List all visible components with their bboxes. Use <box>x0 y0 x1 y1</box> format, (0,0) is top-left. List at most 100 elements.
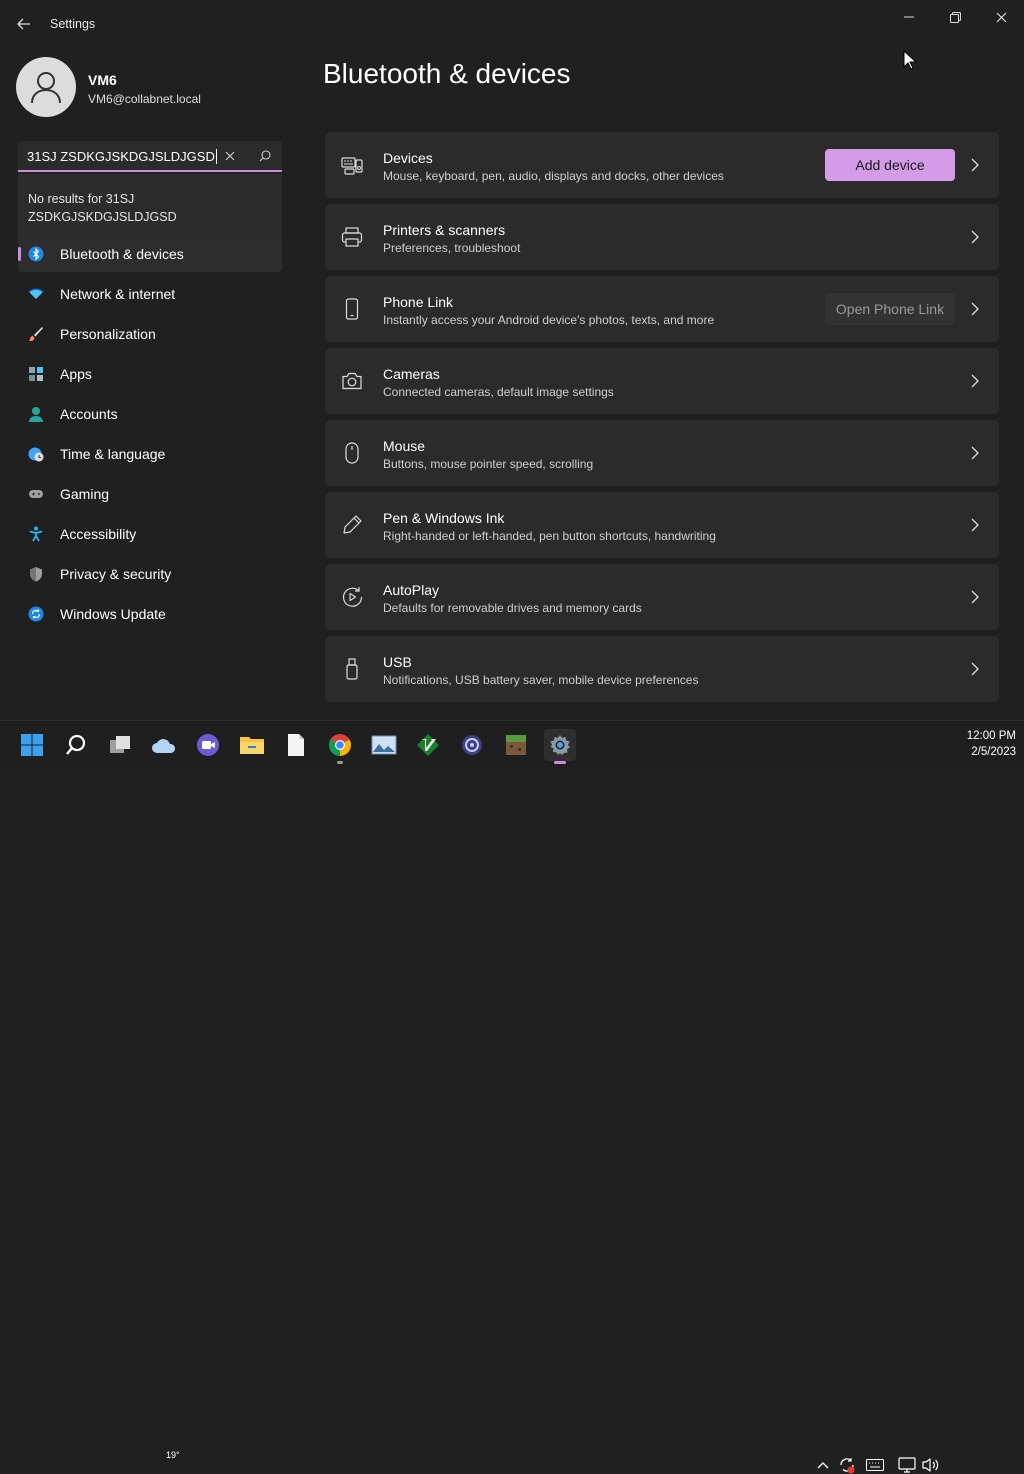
card-subtitle: Mouse, keyboard, pen, audio, displays an… <box>383 169 724 183</box>
sidebar-item-time-language[interactable]: Time & language <box>18 436 282 472</box>
clock-date: 2/5/2023 <box>971 746 1016 758</box>
page-title: Bluetooth & devices <box>323 58 571 89</box>
task-view-icon[interactable] <box>104 729 136 761</box>
card-pen-windows-ink[interactable]: Pen & Windows Ink Right-handed or left-h… <box>325 492 999 558</box>
usb-icon <box>346 658 358 680</box>
sidebar-item-label: Windows Update <box>60 606 166 622</box>
autoplay-icon <box>342 587 363 607</box>
user-name: VM6 <box>88 72 117 88</box>
chrome-icon[interactable] <box>324 729 356 764</box>
start-windows-icon[interactable] <box>16 729 48 761</box>
weather-temperature: 19° <box>166 1450 180 1460</box>
sidebar-item-label: Accessibility <box>60 526 137 542</box>
sidebar-item-gaming[interactable]: Gaming <box>18 476 282 512</box>
card-subtitle: Connected cameras, default image setting… <box>383 385 614 399</box>
add-device-button[interactable]: Add device <box>825 149 955 181</box>
sidebar-item-label: Bluetooth & devices <box>60 246 184 262</box>
chevron-up-icon[interactable] <box>814 1456 832 1474</box>
card-subtitle: Buttons, mouse pointer speed, scrolling <box>383 457 594 471</box>
chevron-right-icon[interactable] <box>969 445 981 461</box>
person-icon <box>29 407 43 422</box>
chevron-right-icon[interactable] <box>969 589 981 605</box>
volume-icon[interactable] <box>921 1456 939 1474</box>
card-title: Pen & Windows Ink <box>383 510 505 526</box>
active-indicator <box>554 761 566 764</box>
vim-icon[interactable] <box>412 729 444 761</box>
globe-clock-icon <box>28 447 44 462</box>
window-title: Settings <box>50 17 96 31</box>
printer-icon <box>341 227 363 247</box>
sidebar-item-accounts[interactable]: Accounts <box>18 396 282 432</box>
card-phone-link[interactable]: Phone Link Instantly access your Android… <box>325 276 999 342</box>
card-usb[interactable]: USB Notifications, USB battery saver, mo… <box>325 636 999 702</box>
brush-icon <box>29 327 43 341</box>
user-icon <box>31 72 61 104</box>
card-mouse[interactable]: Mouse Buttons, mouse pointer speed, scro… <box>325 420 999 486</box>
sidebar-item-accessibility[interactable]: Accessibility <box>18 516 282 552</box>
clear-icon[interactable] <box>219 146 241 166</box>
card-subtitle: Instantly access your Android device's p… <box>383 313 715 327</box>
sidebar-item-network[interactable]: Network & internet <box>18 276 282 312</box>
user-email: VM6@collabnet.local <box>88 92 201 106</box>
sidebar-item-privacy[interactable]: Privacy & security <box>18 556 282 592</box>
apps-icon <box>29 367 43 381</box>
open-phone-link-button[interactable]: Open Phone Link <box>825 293 955 325</box>
file-explorer-icon[interactable] <box>236 729 268 761</box>
chevron-right-icon[interactable] <box>969 373 981 389</box>
title-bar: Settings <box>0 0 1024 48</box>
camera-icon <box>342 372 362 390</box>
clock-time: 12:00 PM <box>966 730 1016 742</box>
sidebar-item-windows-update[interactable]: Windows Update <box>18 596 282 632</box>
card-subtitle: Preferences, troubleshoot <box>383 241 521 255</box>
keyboard-icon[interactable] <box>866 1456 884 1474</box>
chevron-right-icon[interactable] <box>969 517 981 533</box>
teams-chat-icon[interactable] <box>192 729 224 761</box>
update-icon <box>28 606 44 622</box>
app-gear-icon[interactable] <box>456 729 488 761</box>
card-title: Devices <box>383 150 433 166</box>
clock[interactable]: 12:00 PM 2/5/2023 <box>944 728 1016 760</box>
search-icon[interactable] <box>254 146 276 166</box>
chevron-right-icon[interactable] <box>969 157 981 173</box>
mouse-icon <box>345 442 359 464</box>
card-title: Cameras <box>383 366 440 382</box>
search-taskbar-icon[interactable] <box>60 729 92 761</box>
weather-icon[interactable] <box>148 729 180 761</box>
minecraft-icon[interactable] <box>500 729 532 761</box>
sidebar-item-label: Network & internet <box>60 286 176 302</box>
close-icon[interactable] <box>978 6 1024 28</box>
shield-icon <box>30 567 42 582</box>
card-devices[interactable]: Devices Mouse, keyboard, pen, audio, dis… <box>325 132 999 198</box>
minimize-icon[interactable] <box>886 6 932 28</box>
card-autoplay[interactable]: AutoPlay Defaults for removable drives a… <box>325 564 999 630</box>
photos-icon[interactable] <box>368 729 400 761</box>
search-box[interactable]: 31SJ ZSDKGJSKDGJSLDJGSD <box>18 141 282 172</box>
search-input[interactable]: 31SJ ZSDKGJSKDGJSLDJGSD <box>27 149 217 164</box>
no-results-text: No results for 31SJ ZSDKGJSKDGJSLDJGSD <box>28 192 177 224</box>
chevron-right-icon[interactable] <box>969 661 981 677</box>
sidebar-item-label: Personalization <box>60 326 156 342</box>
sidebar-item-personalization[interactable]: Personalization <box>18 316 282 352</box>
sidebar-item-bluetooth[interactable]: Bluetooth & devices <box>18 236 282 272</box>
sidebar-item-label: Apps <box>60 366 92 382</box>
avatar[interactable] <box>16 57 76 117</box>
back-arrow-icon[interactable] <box>14 14 34 34</box>
card-printers-scanners[interactable]: Printers & scanners Preferences, trouble… <box>325 204 999 270</box>
chevron-right-icon[interactable] <box>969 301 981 317</box>
card-cameras[interactable]: Cameras Connected cameras, default image… <box>325 348 999 414</box>
sync-icon[interactable] <box>838 1456 856 1474</box>
sidebar-item-label: Accounts <box>60 406 118 422</box>
restore-icon[interactable] <box>932 6 978 28</box>
network-monitor-icon[interactable] <box>898 1456 916 1474</box>
card-subtitle: Defaults for removable drives and memory… <box>383 601 642 615</box>
sidebar-item-apps[interactable]: Apps <box>18 356 282 392</box>
chevron-right-icon[interactable] <box>969 229 981 245</box>
settings-taskbar-icon[interactable] <box>544 729 576 764</box>
bluetooth-icon <box>28 246 44 262</box>
card-title: Phone Link <box>383 294 454 310</box>
running-indicator <box>337 761 343 764</box>
mouse-cursor-icon <box>903 50 917 70</box>
devices-icon <box>341 157 363 175</box>
card-subtitle: Right-handed or left-handed, pen button … <box>383 529 716 543</box>
notepad-icon[interactable] <box>280 729 312 761</box>
